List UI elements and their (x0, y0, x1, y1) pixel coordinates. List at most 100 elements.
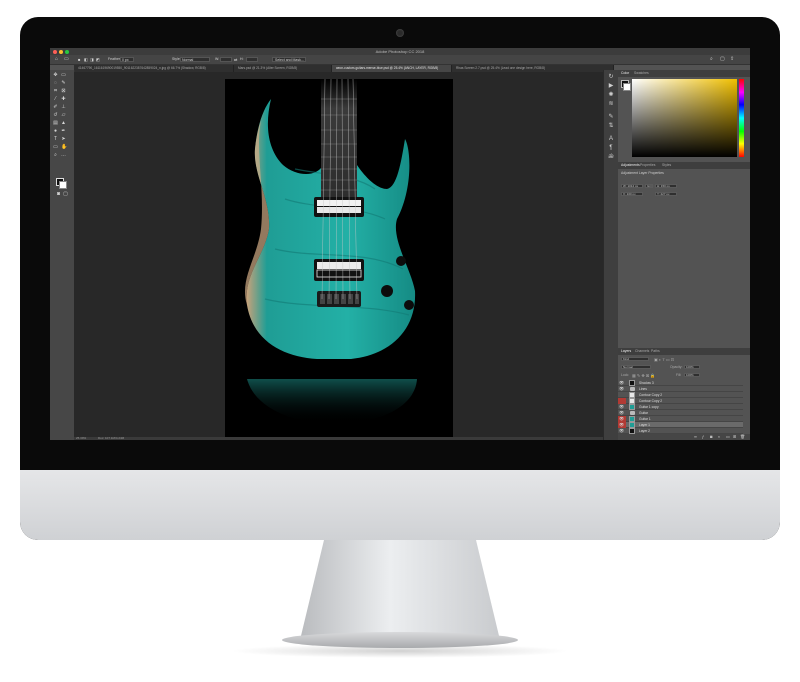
glyphs-panel-icon[interactable]: ǽ (608, 154, 614, 160)
height-field[interactable]: H: 150 px (655, 184, 677, 188)
history-panel-icon[interactable]: ↻ (608, 74, 614, 80)
layers-list[interactable]: 👁 Shadow 3 👁 Lines Contour Copy 2 Contour Cop… (618, 380, 750, 434)
edit-toolbar-icon[interactable]: … (61, 153, 66, 158)
workspace-icon[interactable]: ▢ (720, 57, 725, 62)
hue-slider[interactable] (739, 79, 744, 157)
background-color-swatch[interactable] (59, 181, 67, 189)
frame-tool-icon[interactable]: ⊠ (61, 89, 66, 94)
fill-input[interactable]: 100% (684, 373, 700, 377)
quick-mask-icon[interactable]: ◙ (56, 192, 61, 197)
actions-panel-icon[interactable]: ▶ (608, 83, 614, 89)
crop-tool-icon[interactable]: ⌗ (53, 89, 58, 94)
tab-styles[interactable]: Styles (662, 163, 671, 167)
share-icon[interactable]: ⇪ (730, 57, 734, 62)
new-group-icon[interactable]: ▭ (726, 435, 730, 439)
zoom-tool-icon[interactable]: ⌕ (53, 153, 58, 158)
visibility-eye-icon[interactable]: 👁 (619, 410, 624, 415)
visibility-eye-icon[interactable]: 👁 (619, 386, 624, 391)
tab-properties[interactable]: Properties (640, 163, 655, 167)
tab-document-2[interactable]: Mars.psd @ 21.3% (Alter Screen, RGB/8) (234, 65, 332, 72)
layer-kind-filter[interactable]: Kind (621, 357, 649, 361)
visibility-eye-icon[interactable] (619, 392, 624, 397)
lasso-tool-icon[interactable]: ◌ (53, 81, 58, 86)
select-and-mask-button[interactable]: Select and Mask... (272, 57, 306, 62)
tab-layers[interactable]: Layers (621, 349, 631, 353)
search-icon[interactable]: ⌕ (710, 57, 713, 62)
hand-tool-icon[interactable]: ✋ (61, 145, 67, 150)
swap-dimensions-icon[interactable]: ⇄ (234, 57, 237, 62)
filter-icons[interactable]: ▣ ◐ T ▭ ⊡ (654, 357, 674, 362)
app-title: Adobe Photoshop CC 2018 (375, 49, 425, 54)
width-field[interactable]: W: 1012 px (621, 184, 643, 188)
layers-footer: ∞ ƒ ◙ ◐ ▭ ⊞ 🗑 (618, 434, 750, 440)
blur-tool-icon[interactable]: ▲ (61, 121, 66, 126)
type-tool-icon[interactable]: T (53, 137, 58, 142)
tab-color[interactable]: Color (621, 71, 629, 75)
tab-document-1[interactable]: 41467790_1611619690019550_90116223876428… (74, 65, 234, 72)
link-dimensions-button[interactable]: GO (645, 184, 653, 188)
y-field[interactable]: Y: 227 px (655, 192, 677, 196)
tool-presets-icon[interactable]: ⇅ (608, 123, 614, 129)
paragraph-panel-icon[interactable]: ¶ (608, 145, 614, 151)
visibility-eye-icon[interactable]: 👁 (619, 428, 624, 433)
color-field[interactable] (632, 79, 737, 157)
brush-settings-icon[interactable]: ✺ (608, 92, 614, 98)
gradient-tool-icon[interactable]: ▤ (53, 121, 58, 126)
document-canvas[interactable] (225, 79, 453, 437)
style-select[interactable]: Normal (180, 57, 210, 62)
healing-brush-icon[interactable]: ✚ (61, 97, 66, 102)
rectangular-marquee-icon[interactable]: ▭ (61, 73, 66, 78)
blend-mode-select[interactable]: Normal (621, 365, 651, 369)
tab-document-4[interactable]: Rhas Screen 2.7.psd @ 25.4% (Lead one de… (452, 65, 614, 72)
layer-name: Guitar 1 copy (639, 405, 659, 409)
visibility-eye-icon[interactable]: 👁 (619, 416, 624, 421)
visibility-eye-icon[interactable] (619, 398, 624, 403)
add-mask-icon[interactable]: ◙ (710, 435, 714, 439)
quick-selection-icon[interactable]: ✎ (61, 81, 66, 86)
subtract-selection-icon[interactable]: ◨ (90, 57, 94, 62)
history-brush-icon[interactable]: ↺ (53, 113, 58, 118)
visibility-eye-icon[interactable]: 👁 (619, 422, 624, 427)
clone-stamp-icon[interactable]: ⊥ (61, 105, 66, 110)
dodge-tool-icon[interactable]: ● (53, 129, 58, 134)
character-panel-icon[interactable]: A (608, 136, 614, 142)
home-icon[interactable]: ⌂ (55, 57, 58, 62)
tab-swatches[interactable]: Swatches (634, 71, 649, 75)
width-input[interactable] (220, 57, 232, 62)
pen-tool-icon[interactable]: ✒ (61, 129, 66, 134)
tab-channels[interactable]: Channels (635, 349, 649, 353)
new-selection-icon[interactable]: ■ (78, 57, 80, 62)
adjustment-layer-icon[interactable]: ◐ (718, 435, 722, 439)
tab-document-3[interactable]: aeon-custom-guitars-mense-blue.psd @ 25.… (332, 65, 452, 72)
rectangle-tool-icon[interactable]: ▭ (53, 145, 58, 150)
visibility-eye-icon[interactable]: 👁 (619, 380, 624, 385)
fx-icon[interactable]: ƒ (702, 435, 706, 439)
intersect-selection-icon[interactable]: ◩ (96, 57, 100, 62)
new-layer-icon[interactable]: ⊞ (733, 435, 737, 439)
lock-icons[interactable]: ▦ ✎ ✥ ⊠ 🔒 (632, 373, 655, 378)
visibility-eye-icon[interactable]: 👁 (619, 404, 624, 409)
brushes-panel-icon[interactable]: ≋ (608, 101, 614, 107)
move-tool-icon[interactable]: ✥ (53, 73, 58, 78)
brush-tool-icon[interactable]: ✐ (53, 105, 58, 110)
tab-adjustments[interactable]: Adjustments (621, 163, 640, 167)
delete-layer-icon[interactable]: 🗑 (740, 435, 745, 439)
marquee-tool-icon[interactable]: ▭ (64, 57, 69, 62)
canvas-area[interactable] (74, 72, 633, 437)
opacity-input[interactable]: 100% (684, 365, 700, 369)
height-input[interactable] (246, 57, 258, 62)
add-selection-icon[interactable]: ◧ (84, 57, 88, 62)
zoom-level[interactable]: 25.39% (76, 436, 86, 440)
layer-name: Layer 1 (639, 423, 650, 427)
clone-source-icon[interactable]: ✎ (608, 114, 614, 120)
eyedropper-icon[interactable]: ⁄ (53, 97, 58, 102)
screen-mode-icon[interactable]: ▢ (63, 192, 68, 197)
title-bar: Adobe Photoshop CC 2018 (50, 48, 750, 55)
feather-input[interactable]: 0 px (120, 57, 134, 62)
x-field[interactable]: X: 100 px (621, 192, 643, 196)
color-background-swatch[interactable] (623, 83, 631, 91)
link-layers-icon[interactable]: ∞ (694, 435, 698, 439)
eraser-tool-icon[interactable]: ▱ (61, 113, 66, 118)
tab-paths[interactable]: Paths (651, 349, 660, 353)
path-selection-icon[interactable]: ➤ (61, 137, 66, 142)
